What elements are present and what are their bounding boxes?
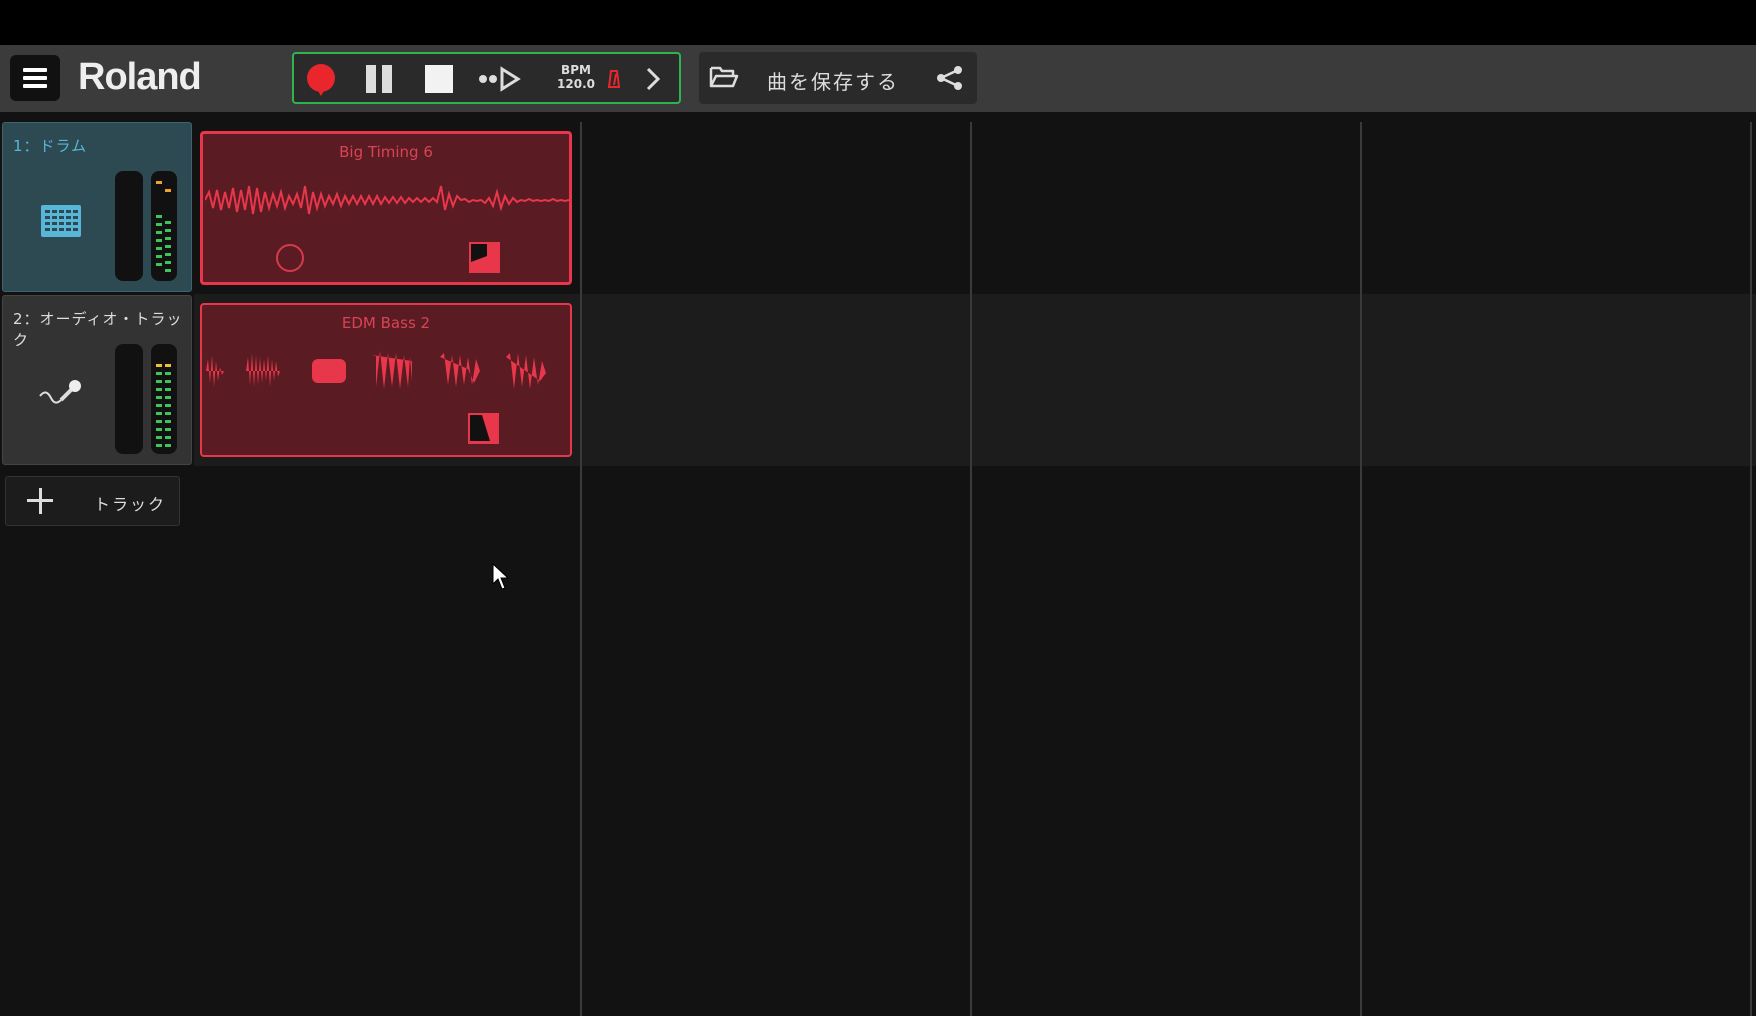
bpm-label: BPM bbox=[561, 63, 591, 77]
track-header-audio[interactable]: 2：オーディオ・トラック bbox=[2, 295, 192, 465]
transport-controls: BPM 120.0 bbox=[292, 52, 681, 104]
plus-icon bbox=[25, 486, 55, 516]
bar-line bbox=[1750, 122, 1752, 1016]
track-header-drum[interactable]: 1：ドラム bbox=[2, 122, 192, 292]
share-icon[interactable] bbox=[935, 64, 965, 92]
bar-line bbox=[580, 122, 582, 1016]
bar-line bbox=[1360, 122, 1362, 1016]
drum-pad-icon bbox=[41, 205, 81, 237]
level-meter bbox=[151, 344, 177, 454]
microphone-icon bbox=[39, 380, 81, 404]
clip-edit-icon[interactable] bbox=[468, 413, 499, 444]
clip-title: EDM Bass 2 bbox=[341, 314, 431, 332]
track-name: 1：ドラム bbox=[13, 137, 88, 155]
menu-button[interactable] bbox=[10, 55, 60, 101]
pause-button[interactable] bbox=[364, 65, 394, 93]
file-controls: 曲を保存する bbox=[699, 52, 977, 104]
waveform bbox=[205, 185, 569, 215]
save-song-button[interactable]: 曲を保存する bbox=[767, 66, 899, 95]
clip-edit-icon[interactable] bbox=[469, 242, 500, 273]
bpm-value: 120.0 bbox=[557, 77, 595, 91]
arrangement-area: 1：ドラム 2：オーディオ・トラック トラック Big Timing 6 EDM… bbox=[0, 112, 1756, 1016]
clip-edm-bass[interactable]: EDM Bass 2 bbox=[200, 303, 572, 457]
volume-fader[interactable] bbox=[115, 171, 143, 281]
level-meter bbox=[151, 171, 177, 281]
top-black-strip bbox=[0, 0, 1756, 45]
bpm-display[interactable]: BPM 120.0 bbox=[556, 63, 596, 91]
metronome-icon[interactable] bbox=[606, 67, 622, 91]
toolbar: Roland BPM 120.0 曲を保存する bbox=[0, 45, 1756, 112]
hamburger-icon bbox=[23, 76, 47, 80]
chevron-right-icon[interactable] bbox=[642, 65, 664, 93]
roland-logo: Roland bbox=[78, 56, 202, 98]
loop-play-button[interactable] bbox=[477, 65, 527, 93]
clip-title: Big Timing 6 bbox=[339, 143, 433, 161]
folder-open-icon[interactable] bbox=[709, 64, 739, 90]
clip-big-timing[interactable]: Big Timing 6 bbox=[200, 131, 572, 285]
hamburger-icon bbox=[23, 68, 47, 72]
record-button[interactable] bbox=[303, 61, 339, 97]
bar-line bbox=[970, 122, 972, 1016]
volume-fader[interactable] bbox=[115, 344, 143, 454]
mouse-cursor-icon bbox=[492, 563, 510, 590]
hamburger-icon bbox=[23, 84, 47, 88]
add-track-label: トラック bbox=[94, 495, 167, 514]
stop-button[interactable] bbox=[425, 65, 453, 93]
waveform bbox=[206, 351, 546, 389]
add-track-button[interactable]: トラック bbox=[5, 476, 180, 526]
record-arm-icon[interactable] bbox=[276, 244, 304, 272]
